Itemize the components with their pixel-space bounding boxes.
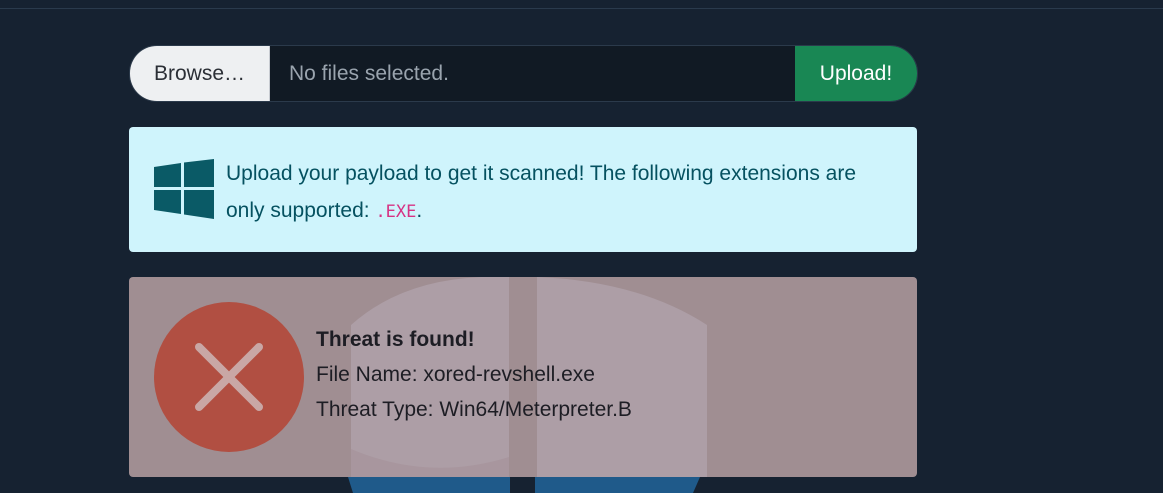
upload-button[interactable]: Upload!	[795, 46, 917, 101]
error-x-circle-icon	[154, 302, 304, 452]
threat-file-name: File Name: xored-revshell.exe	[316, 363, 595, 386]
threat-title: Threat is found!	[316, 328, 475, 351]
info-message-end: .	[416, 199, 423, 222]
file-input-status[interactable]: No files selected.	[270, 46, 795, 101]
threat-details: Threat is found! File Name: xored-revshe…	[316, 322, 632, 427]
windows-logo-icon	[154, 159, 214, 219]
info-alert-message: Upload your payload to get it scanned! T…	[226, 155, 866, 231]
background-watermark-base	[348, 477, 700, 493]
page: Browse… No files selected. Upload! Uploa…	[0, 0, 1163, 493]
supported-extension: .EXE	[375, 202, 417, 222]
browse-button[interactable]: Browse…	[130, 46, 270, 101]
threat-type: Threat Type: Win64/Meterpreter.B	[316, 398, 632, 421]
info-message-text: Upload your payload to get it scanned! T…	[226, 162, 857, 222]
header-divider	[0, 8, 1163, 9]
file-upload-group: Browse… No files selected. Upload!	[129, 45, 918, 102]
